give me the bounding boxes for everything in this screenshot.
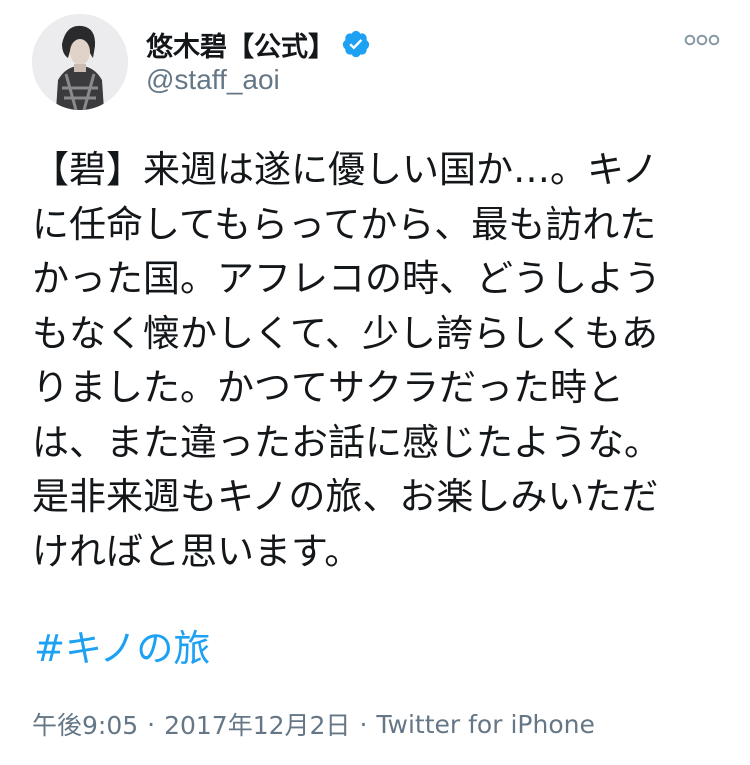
hashtag-link[interactable]: #キノの旅 <box>34 622 210 676</box>
tweet-text-line: 是非来週もキノの旅、お楽しみいただ <box>32 475 659 518</box>
tweet-text: 【碧】来週は遂に優しい国か…。キノ に任命してもらってから、最も訪れた かった国… <box>32 143 722 579</box>
tweet-metadata: 午後9:05 · 2017年12月2日 · Twitter for iPhone <box>32 706 595 742</box>
avatar-image <box>32 14 128 110</box>
display-name[interactable]: 悠木碧【公式】 <box>146 25 335 64</box>
tweet-text-line: は、また違ったお話に感じたような。 <box>32 420 661 464</box>
tweet-time[interactable]: 午後9:05 <box>32 706 138 742</box>
tweet-text-line: 【碧】来週は遂に優しい国か…。キノ <box>32 148 659 191</box>
user-name-row[interactable]: 悠木碧【公式】 <box>146 25 371 64</box>
more-options-icon[interactable] <box>684 32 720 48</box>
meta-separator: · <box>147 709 156 739</box>
tweet-text-line: に任命してもらってから、最も訪れた <box>32 202 657 246</box>
verified-badge-icon <box>341 29 371 59</box>
user-handle[interactable]: @staff_aoi <box>146 64 280 96</box>
tweet-text-line: ければと思います。 <box>32 529 362 573</box>
tweet-date[interactable]: 2017年12月2日 <box>164 706 350 742</box>
tweet-text-line: かった国。アフレコの時、どうしよう <box>32 257 661 300</box>
tweet-card: 悠木碧【公式】 @staff_aoi 【碧】来週は遂に優しい国か…。キノ に任命… <box>0 0 750 765</box>
tweet-text-line: もなく懐かしくて、少し誇らしくもあ <box>32 311 659 355</box>
tweet-source[interactable]: Twitter for iPhone <box>376 710 594 739</box>
meta-separator: · <box>359 709 368 739</box>
avatar[interactable] <box>32 14 128 110</box>
tweet-text-line: りました。かつてサクラだった時と <box>32 366 624 409</box>
